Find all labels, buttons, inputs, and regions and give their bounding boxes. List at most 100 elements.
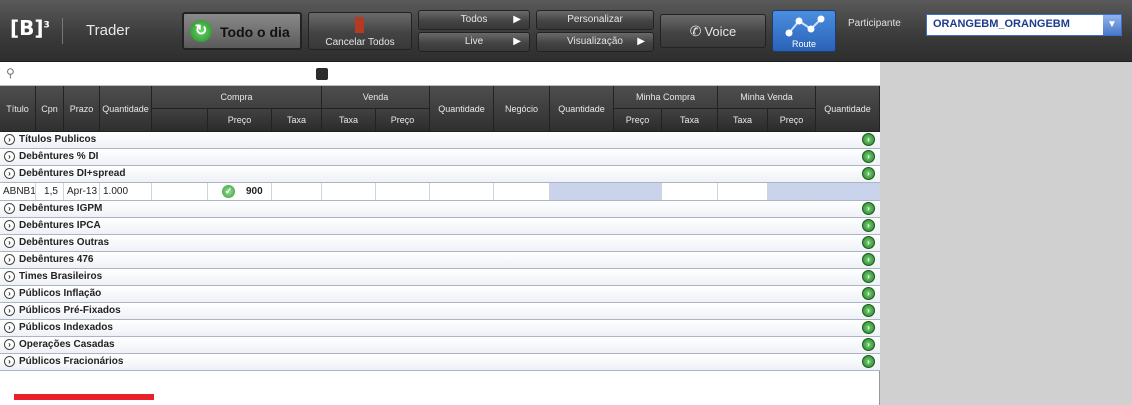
col-minha-venda-taxa[interactable]: Taxa [718,109,768,132]
go-arrow-icon[interactable]: › [862,321,875,334]
route-icon [785,15,825,37]
col-minha-compra-taxa[interactable]: Taxa [662,109,718,132]
col-venda-taxa[interactable]: Taxa [322,109,376,132]
cell-minha-venda-preco[interactable] [768,183,816,200]
group-row[interactable]: › Debêntures IGPM › [0,201,880,218]
visualizacao-button[interactable]: Visualização ▶ [536,32,654,52]
phone-icon: ✆ [689,23,702,39]
group-row[interactable]: › Debêntures Outras › [0,235,880,252]
col-minha-venda-preco[interactable]: Preço [768,109,816,132]
go-arrow-icon[interactable]: › [862,202,875,215]
expand-icon[interactable]: › [4,254,15,265]
voice-button[interactable]: ✆ Voice [660,14,766,48]
col-cpn[interactable]: Cpn [36,86,64,132]
group-row[interactable]: › Debêntures IPCA › [0,218,880,235]
expand-icon[interactable]: › [4,288,15,299]
clear-search-icon[interactable] [316,68,328,80]
cell-venda-taxa[interactable] [322,183,376,200]
col-titulo[interactable]: Título [0,86,36,132]
cancelar-todos-label: Cancelar Todos [325,37,395,48]
b3-logo: [B]3 [10,16,50,40]
group-label: Debêntures % DI [19,151,99,162]
group-row[interactable]: › Debêntures 476 › [0,252,880,269]
group-label: Públicos Pré-Fixados [19,305,121,316]
go-arrow-icon[interactable]: › [862,133,875,146]
group-row[interactable]: › Times Brasileiros › [0,269,880,286]
col-compra-preco[interactable]: Preço [208,109,272,132]
expand-icon[interactable]: › [4,356,15,367]
go-arrow-icon[interactable]: › [862,167,875,180]
refresh-icon: ↻ [190,20,212,42]
trader-app: [B]3 Trader ↻ Todo o dia Cancelar Todos … [0,0,1132,405]
group-label: Títulos Publicos [19,134,97,145]
group-row[interactable]: › Públicos Inflação › [0,286,880,303]
cell-compra-preco[interactable]: 900 [208,183,272,200]
chevron-down-icon[interactable]: ▼ [1103,15,1121,35]
route-button[interactable]: Route [772,10,836,52]
cell-minha-compra-preco[interactable] [614,183,662,200]
col-quantidade[interactable]: Quantidade [100,86,152,132]
voice-label: Voice [704,24,737,39]
todos-filter-button[interactable]: Todos ▶ [418,10,530,30]
group-row[interactable]: › Títulos Publicos › [0,132,880,149]
expand-icon[interactable]: › [4,203,15,214]
arrow-right-icon: ▶ [637,36,645,47]
group-row[interactable]: › Debêntures % DI › [0,149,880,166]
group-label: Debêntures DI+spread [19,168,126,179]
expand-icon[interactable]: › [4,134,15,145]
col-negocio[interactable]: Negócio [494,86,550,132]
arrow-right-icon: ▶ [513,14,521,25]
col-quantidade-venda[interactable]: Quantidade [430,86,494,132]
go-arrow-icon[interactable]: › [862,236,875,249]
todo-o-dia-button[interactable]: ↻ Todo o dia [182,12,302,50]
expand-icon[interactable]: › [4,339,15,350]
col-venda: Venda [322,86,430,109]
grid-header: Título Cpn Prazo Quantidade Compra Preço… [0,86,880,132]
cell-quantidade-minha-venda[interactable] [816,183,880,200]
expand-icon[interactable]: › [4,168,15,179]
visualizacao-label: Visualização [567,36,623,47]
expand-icon[interactable]: › [4,322,15,333]
cell-negocio [494,183,550,200]
group-row[interactable]: › Públicos Fracionários › [0,354,880,371]
group-row[interactable]: › Públicos Indexados › [0,320,880,337]
cell-quantidade-venda[interactable] [430,183,494,200]
cancelar-todos-button[interactable]: Cancelar Todos [308,12,412,50]
instrument-row[interactable]: ABNB11 1,5 Apr-13 1.000 ✓ 900 [0,183,880,201]
group-row[interactable]: › Debêntures DI+spread › [0,166,880,183]
search-input[interactable] [22,64,312,82]
cell-minha-compra-taxa[interactable] [662,183,718,200]
col-quantidade-minha-venda[interactable]: Quantidade [816,86,880,132]
go-arrow-icon[interactable]: › [862,304,875,317]
col-venda-preco[interactable]: Preço [376,109,430,132]
go-arrow-icon[interactable]: › [862,253,875,266]
col-quantidade-negocio[interactable]: Quantidade [550,86,614,132]
expand-icon[interactable]: › [4,237,15,248]
search-bar: ⚲ [0,62,880,86]
personalizar-button[interactable]: Personalizar [536,10,654,30]
toolbar: [B]3 Trader ↻ Todo o dia Cancelar Todos … [0,0,1132,62]
cell-minha-venda-taxa[interactable] [718,183,768,200]
todo-o-dia-label: Todo o dia [220,24,290,40]
col-minha-compra-preco[interactable]: Preço [614,109,662,132]
expand-icon[interactable]: › [4,151,15,162]
go-arrow-icon[interactable]: › [862,270,875,283]
participante-select[interactable]: ORANGEBM_ORANGEBM ▼ [926,14,1122,36]
expand-icon[interactable]: › [4,220,15,231]
group-row[interactable]: › Operações Casadas › [0,337,880,354]
go-arrow-icon[interactable]: › [862,355,875,368]
expand-icon[interactable]: › [4,305,15,316]
cell-venda-preco[interactable] [376,183,430,200]
go-arrow-icon[interactable]: › [862,219,875,232]
go-arrow-icon[interactable]: › [862,338,875,351]
cell-compra-taxa[interactable] [272,183,322,200]
group-row[interactable]: › Públicos Pré-Fixados › [0,303,880,320]
expand-icon[interactable]: › [4,271,15,282]
go-arrow-icon[interactable]: › [862,287,875,300]
col-prazo[interactable]: Prazo [64,86,100,132]
col-compra-preco-label[interactable] [152,109,208,132]
go-arrow-icon[interactable]: › [862,150,875,163]
col-compra-taxa[interactable]: Taxa [272,109,322,132]
group-label: Debêntures IPCA [19,220,101,231]
live-filter-button[interactable]: Live ▶ [418,32,530,52]
